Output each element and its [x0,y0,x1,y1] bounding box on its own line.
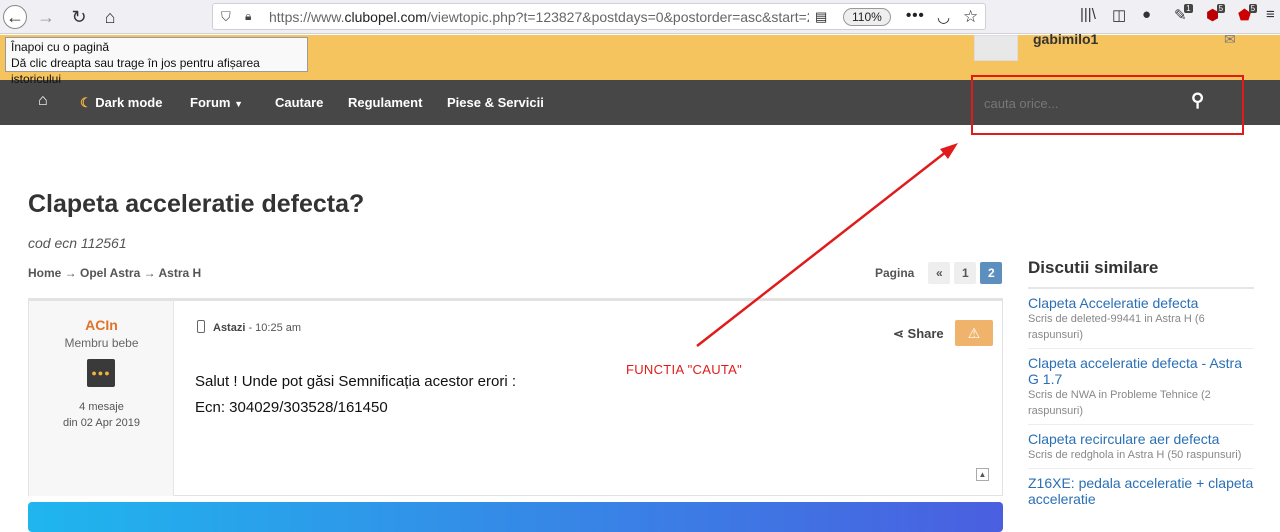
mobile-phone-icon [197,320,205,333]
report-warning-button[interactable]: ⚠ [955,320,993,346]
scroll-to-top-icon[interactable]: ▲ [976,468,989,481]
forum-label: Forum [190,95,231,110]
post-meta: Astazi - 10:25 am [197,320,301,334]
shield-icon[interactable]: ⛉ [221,9,231,25]
page-title: Clapeta acceleratie defecta? [28,190,365,218]
url-bar[interactable]: ⛉ 🔒︎ https://www.clubopel.com/viewtopic.… [212,3,986,30]
author-message-count: 4 mesaje [79,401,124,413]
post-author-panel: ACIn Membru bebe ●●● 4 mesaje din 02 Apr… [29,301,174,496]
reader-view-icon[interactable]: ▤ [815,9,827,25]
pagination-page-2[interactable]: 2 [980,262,1003,284]
dark-mode-label: Dark mode [95,95,163,110]
post-body: Salut ! Unde pot găsi Semnificația acest… [195,369,516,421]
nav-cautare[interactable]: Cautare [275,95,323,110]
pagination-label: Pagina [875,266,915,280]
moon-icon: ☾ [80,95,92,110]
privacy-extension-icon[interactable]: ⬟ 5 [1238,4,1258,24]
page-actions-menu-icon[interactable]: ••• [906,7,925,24]
sidebar-item-meta: Scris de deleted-99441 in Astra H (6 ras… [1028,313,1205,341]
back-button-tooltip: Înapoi cu o pagină Dă clic dreapta sau t… [5,37,308,86]
sidebar-item: Clapeta Acceleratie defecta Scris de del… [1028,289,1254,349]
warning-icon: ⚠ [967,324,981,341]
sidebar-title: Discutii similare [1028,258,1254,289]
topic-subtitle: cod ecn 112561 [28,235,127,251]
account-icon[interactable]: ● [1142,6,1151,23]
pagination: Pagina « 1 2 [875,262,1003,284]
ublock-badge: 5 [1216,4,1226,13]
breadcrumb: Home → Opel Astra → Astra H [28,266,202,280]
author-join-date: din 02 Apr 2019 [62,417,141,429]
nav-piese-servicii[interactable]: Piese & Servicii [447,95,544,110]
similar-discussions-sidebar: Discutii similare Clapeta Acceleratie de… [1028,258,1254,512]
breadcrumb-astra-h[interactable]: Astra H [159,266,202,280]
share-label: Share [907,326,944,341]
lock-icon[interactable]: 🔒︎ [245,9,251,24]
pagination-prev[interactable]: « [928,262,951,284]
browser-toolbar: ← → ↻ ⌂ ⛉ 🔒︎ https://www.clubopel.com/vi… [0,0,1280,34]
post-body-line2: Ecn: 304029/303528/161450 [195,399,388,416]
library-icon[interactable]: |||\ [1080,6,1096,23]
privacy-badge: 5 [1248,4,1258,13]
url-text[interactable]: https://www.clubopel.com/viewtopic.php?t… [269,9,809,25]
blue-banner[interactable] [28,502,1003,532]
tooltip-line2: Dă clic dreapta sau trage în jos pentru … [11,56,260,86]
sidebar-item-link[interactable]: Clapeta Acceleratie defecta [1028,295,1254,311]
back-arrow-icon[interactable]: ← [3,5,27,29]
home-icon[interactable]: ⌂ [97,4,123,30]
user-avatar[interactable] [974,35,1018,61]
share-button[interactable]: ⋖ Share [893,326,944,342]
username[interactable]: gabimilo1 [1033,31,1098,47]
post-time: - 10:25 am [245,322,302,334]
breadcrumb-opel-astra[interactable]: Opel Astra [80,266,140,280]
author-rank: Membru bebe [64,336,139,350]
mail-icon[interactable]: ✉ [1224,31,1236,48]
sidebar-item: Clapeta recirculare aer defecta Scris de… [1028,425,1254,469]
sidebar-item-meta: Scris de NWA in Probleme Tehnice (2 rasp… [1028,389,1211,417]
dark-mode-toggle[interactable]: ☾ Dark mode [80,95,162,111]
home-nav-icon[interactable]: ⌂ [38,92,48,110]
annotation-highlight-box [971,75,1244,135]
sidebar-item-link[interactable]: Clapeta recirculare aer defecta [1028,431,1254,447]
sidebar-item-link[interactable]: Clapeta acceleratie defecta - Astra G 1.… [1028,355,1254,387]
reload-icon[interactable]: ↻ [66,4,92,30]
forum-post: ACIn Membru bebe ●●● 4 mesaje din 02 Apr… [28,298,1003,496]
nav-regulament[interactable]: Regulament [348,95,422,110]
pagination-page-1[interactable]: 1 [954,262,977,284]
author-name[interactable]: ACIn [29,317,174,333]
nav-forum[interactable]: Forum ▼ [190,95,243,110]
tooltip-line1: Înapoi cu o pagină [11,40,110,54]
extension-icon[interactable]: ✎ 1 [1174,4,1193,24]
zoom-level-badge[interactable]: 110% [843,8,891,26]
sidebar-item-meta: Scris de redghola in Astra H (50 raspuns… [1028,449,1242,461]
sidebar-item-link[interactable]: Z16XE: pedala acceleratie + clapeta acce… [1028,475,1254,507]
extension-badge: 1 [1184,4,1193,13]
caret-down-icon: ▼ [234,99,243,109]
post-date: Astazi [213,322,246,334]
annotation-label: FUNCTIA "CAUTA" [626,362,743,377]
forward-arrow-icon[interactable]: → [33,4,59,30]
bookmark-star-icon[interactable]: ☆ [963,7,978,27]
sidebar-item: Z16XE: pedala acceleratie + clapeta acce… [1028,469,1254,512]
ublock-icon[interactable]: ⬢ 5 [1206,4,1226,24]
author-avatar[interactable]: ●●● [87,359,115,387]
post-body-line1: Salut ! Unde pot găsi Semnificația acest… [195,373,516,390]
share-icon: ⋖ [893,326,904,341]
sidebar-icon[interactable]: ◫ [1112,6,1126,24]
pocket-icon[interactable]: ◡ [937,8,950,26]
menu-icon[interactable]: ≡ [1266,6,1275,23]
sidebar-item: Clapeta acceleratie defecta - Astra G 1.… [1028,349,1254,425]
breadcrumb-home[interactable]: Home [28,266,61,280]
